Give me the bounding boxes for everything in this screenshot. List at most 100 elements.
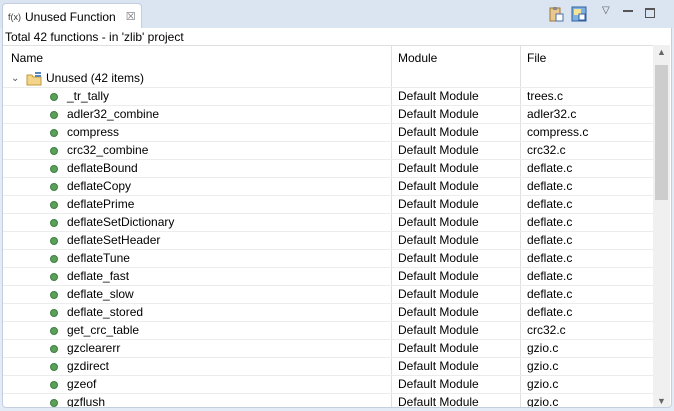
view-tab-bar: f(x) Unused Function ☒ ▽ bbox=[0, 0, 674, 29]
close-icon[interactable]: ☒ bbox=[126, 10, 136, 23]
module-cell: Default Module bbox=[392, 142, 521, 159]
function-name: deflateTune bbox=[67, 251, 130, 265]
file-cell: deflate.c bbox=[527, 233, 573, 247]
function-icon bbox=[50, 129, 58, 137]
function-name: gzeof bbox=[67, 377, 97, 391]
function-icon bbox=[50, 291, 58, 299]
table-row[interactable]: deflateBound Default Module deflate.c bbox=[3, 160, 653, 178]
file-cell: gzio.c bbox=[527, 341, 559, 355]
table-row[interactable]: gzclearerr Default Module gzio.c bbox=[3, 340, 653, 358]
function-name: deflateSetHeader bbox=[67, 233, 161, 247]
function-icon bbox=[50, 237, 58, 245]
table-row[interactable]: gzeof Default Module gzio.c bbox=[3, 376, 653, 394]
group-label: Unused (42 items) bbox=[46, 71, 145, 85]
maximize-icon[interactable] bbox=[645, 8, 655, 18]
file-cell: deflate.c bbox=[527, 215, 573, 229]
module-cell: Default Module bbox=[392, 304, 521, 321]
function-name: crc32_combine bbox=[67, 143, 149, 157]
column-header-file[interactable]: File bbox=[521, 46, 652, 70]
module-cell: Default Module bbox=[392, 358, 521, 375]
function-icon: f(x) bbox=[8, 11, 21, 22]
table-row[interactable]: deflate_fast Default Module deflate.c bbox=[3, 268, 653, 286]
function-icon bbox=[50, 93, 58, 101]
module-cell: Default Module bbox=[392, 214, 521, 231]
function-icon bbox=[50, 273, 58, 281]
module-cell: Default Module bbox=[392, 322, 521, 339]
file-cell: gzio.c bbox=[527, 395, 559, 408]
module-cell: Default Module bbox=[392, 124, 521, 141]
tab-unused-function[interactable]: f(x) Unused Function ☒ bbox=[2, 3, 142, 29]
folder-icon bbox=[26, 72, 42, 86]
function-icon bbox=[50, 255, 58, 263]
function-name: deflate_slow bbox=[67, 287, 134, 301]
table-row[interactable]: deflatePrime Default Module deflate.c bbox=[3, 196, 653, 214]
table-row[interactable]: deflate_slow Default Module deflate.c bbox=[3, 286, 653, 304]
function-name: gzdirect bbox=[67, 359, 110, 373]
table-row[interactable]: compress Default Module compress.c bbox=[3, 124, 653, 142]
function-icon bbox=[50, 381, 58, 389]
file-cell: deflate.c bbox=[527, 305, 573, 319]
table-row[interactable]: gzdirect Default Module gzio.c bbox=[3, 358, 653, 376]
column-header-name[interactable]: Name bbox=[3, 46, 392, 70]
table-row[interactable]: adler32_combine Default Module adler32.c bbox=[3, 106, 653, 124]
file-cell: crc32.c bbox=[527, 143, 566, 157]
vertical-scrollbar[interactable]: ▲ ▼ bbox=[653, 45, 670, 407]
module-cell: Default Module bbox=[392, 88, 521, 105]
module-cell: Default Module bbox=[392, 340, 521, 357]
table-row[interactable]: deflateCopy Default Module deflate.c bbox=[3, 178, 653, 196]
module-cell: Default Module bbox=[392, 286, 521, 303]
file-cell: gzio.c bbox=[527, 359, 559, 373]
function-name: gzclearerr bbox=[67, 341, 121, 355]
function-name: deflate_fast bbox=[67, 269, 130, 283]
file-cell: deflate.c bbox=[527, 251, 573, 265]
table-row[interactable]: deflateSetDictionary Default Module deflat… bbox=[3, 214, 653, 232]
module-cell: Default Module bbox=[392, 250, 521, 267]
function-name: deflateBound bbox=[67, 161, 138, 175]
function-icon bbox=[50, 147, 58, 155]
file-cell: crc32.c bbox=[527, 323, 566, 337]
unused-function-view: Total 42 functions - in 'zlib' project N… bbox=[2, 28, 672, 408]
function-name: get_crc_table bbox=[67, 323, 140, 337]
function-icon bbox=[50, 309, 58, 317]
function-name: deflatePrime bbox=[67, 197, 135, 211]
table-header: Name Module File bbox=[3, 46, 653, 70]
clipboard-icon[interactable] bbox=[548, 6, 564, 22]
tab-title: Unused Function bbox=[25, 9, 116, 24]
module-cell: Default Module bbox=[392, 196, 521, 213]
file-cell: deflate.c bbox=[527, 269, 573, 283]
export-icon[interactable] bbox=[571, 6, 587, 22]
function-icon bbox=[50, 399, 58, 407]
file-cell: compress.c bbox=[527, 125, 589, 139]
function-name: _tr_tally bbox=[67, 89, 110, 103]
file-cell: gzio.c bbox=[527, 377, 559, 391]
chevron-down-icon[interactable]: ⌄ bbox=[11, 70, 19, 87]
scroll-up-icon[interactable]: ▲ bbox=[657, 47, 666, 57]
group-row-unused[interactable]: ⌄ Unused (42 items) bbox=[3, 70, 653, 88]
table-row[interactable]: crc32_combine Default Module crc32.c bbox=[3, 142, 653, 160]
module-cell: Default Module bbox=[392, 394, 521, 407]
status-text: Total 42 functions - in 'zlib' project bbox=[5, 30, 184, 44]
file-cell: adler32.c bbox=[527, 107, 577, 121]
module-cell: Default Module bbox=[392, 106, 521, 123]
function-name: compress bbox=[67, 125, 120, 139]
table-row[interactable]: _tr_tally Default Module trees.c bbox=[3, 88, 653, 106]
function-icon bbox=[50, 201, 58, 209]
function-name: deflateCopy bbox=[67, 179, 132, 193]
scrollbar-thumb[interactable] bbox=[655, 65, 668, 200]
function-icon bbox=[50, 363, 58, 371]
minimize-icon[interactable] bbox=[623, 10, 633, 12]
file-cell: deflate.c bbox=[527, 287, 573, 301]
table-row[interactable]: deflate_stored Default Module deflate.c bbox=[3, 304, 653, 322]
function-icon bbox=[50, 345, 58, 353]
function-icon bbox=[50, 219, 58, 227]
scroll-down-icon[interactable]: ▼ bbox=[657, 396, 666, 406]
function-icon bbox=[50, 165, 58, 173]
column-header-module[interactable]: Module bbox=[392, 46, 521, 70]
functions-table: Name Module File ⌄ Unused (42 items) _tr… bbox=[3, 45, 653, 408]
table-row[interactable]: get_crc_table Default Module crc32.c bbox=[3, 322, 653, 340]
table-row[interactable]: deflateTune Default Module deflate.c bbox=[3, 250, 653, 268]
table-row[interactable]: gzflush Default Module gzio.c bbox=[3, 394, 653, 408]
view-menu-icon[interactable]: ▽ bbox=[602, 5, 610, 16]
table-row[interactable]: deflateSetHeader Default Module deflate.c bbox=[3, 232, 653, 250]
function-icon bbox=[50, 183, 58, 191]
